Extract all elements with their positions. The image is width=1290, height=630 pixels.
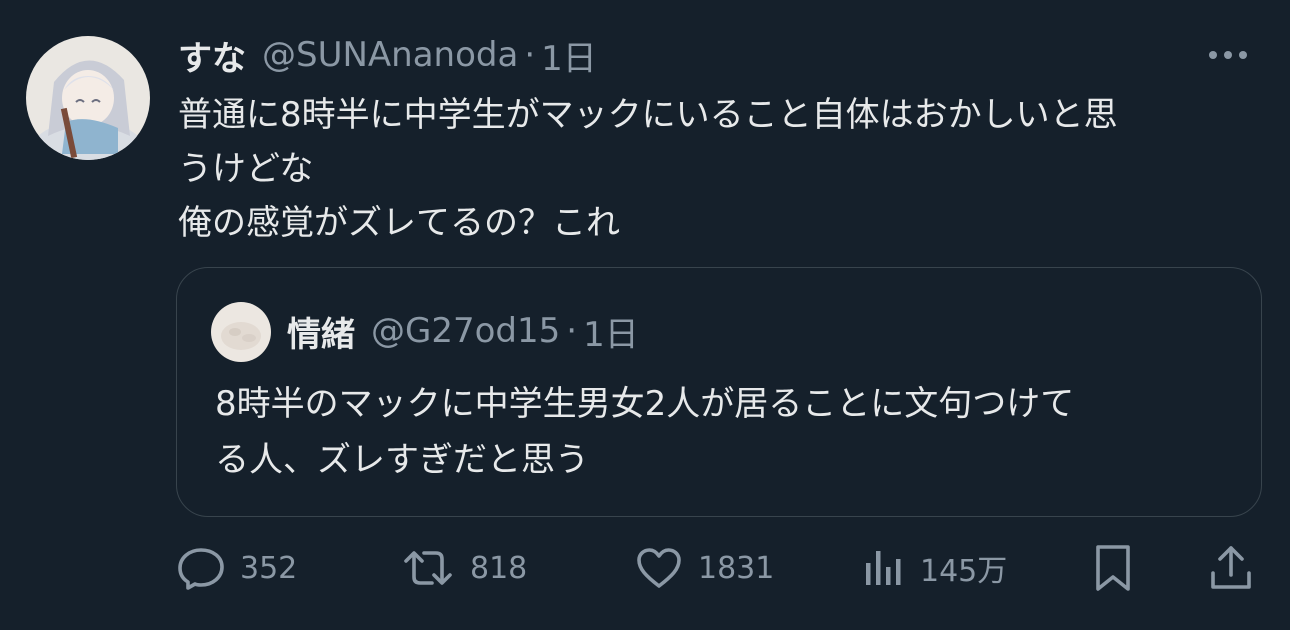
post-header: すな @SUNAnanoda · 1日: [178, 30, 597, 80]
views-count: 145万: [920, 554, 1008, 589]
like-button[interactable]: 1831: [634, 540, 774, 596]
quoted-author-display-name[interactable]: 情緒: [287, 307, 355, 356]
reply-count: 352: [240, 550, 298, 586]
action-bar: 352 818 1831 145万: [0, 540, 1290, 596]
like-count: 1831: [698, 550, 775, 586]
reply-button[interactable]: 352: [176, 540, 297, 596]
share-icon: [1211, 546, 1251, 589]
repost-button[interactable]: 818: [400, 540, 527, 596]
author-handle[interactable]: @SUNAnanoda: [262, 35, 518, 75]
quoted-post-header: 情緒 @G27od15 · 1日: [287, 306, 639, 356]
author-avatar[interactable]: [26, 36, 150, 160]
post-time[interactable]: 1日: [541, 31, 597, 80]
post-text: 普通に8時半に中学生がマックにいること自体はおかしいと思 うけどな 俺の感覚がズ…: [178, 88, 1268, 250]
more-button[interactable]: [1206, 40, 1250, 70]
views-icon: [866, 551, 901, 585]
repost-icon: [404, 551, 452, 585]
quoted-text-line: 8時半のマックに中学生男女2人が居ることに文句つけて: [215, 384, 1075, 424]
separator-dot: ·: [566, 311, 578, 351]
quoted-author-handle[interactable]: @G27od15: [371, 311, 560, 351]
quoted-post-text: 8時半のマックに中学生男女2人が居ることに文句つけて る人、ズレすぎだと思う: [215, 376, 1235, 488]
reply-icon: [178, 548, 224, 590]
post-text-line: 普通に8時半に中学生がマックにいること自体はおかしいと思: [178, 95, 1118, 135]
quoted-post-time[interactable]: 1日: [583, 307, 639, 356]
quoted-post-card[interactable]: 情緒 @G27od15 · 1日 8時半のマックに中学生男女2人が居ることに文句…: [176, 267, 1262, 517]
author-display-name[interactable]: すな: [178, 31, 246, 80]
repost-count: 818: [470, 550, 528, 586]
heart-icon: [637, 548, 681, 588]
views-button[interactable]: 145万: [862, 540, 1007, 596]
bookmark-icon: [1096, 545, 1130, 591]
separator-dot: ·: [524, 35, 536, 75]
bookmark-button[interactable]: [1092, 540, 1134, 596]
post-text-line: うけどな: [178, 149, 314, 189]
more-dots-icon: [1209, 51, 1247, 59]
share-button[interactable]: [1208, 540, 1254, 596]
quoted-author-avatar[interactable]: [211, 302, 271, 362]
post-text-line: 俺の感覚がズレてるの？これ: [178, 203, 620, 243]
quoted-text-line: る人、ズレすぎだと思う: [215, 440, 589, 480]
